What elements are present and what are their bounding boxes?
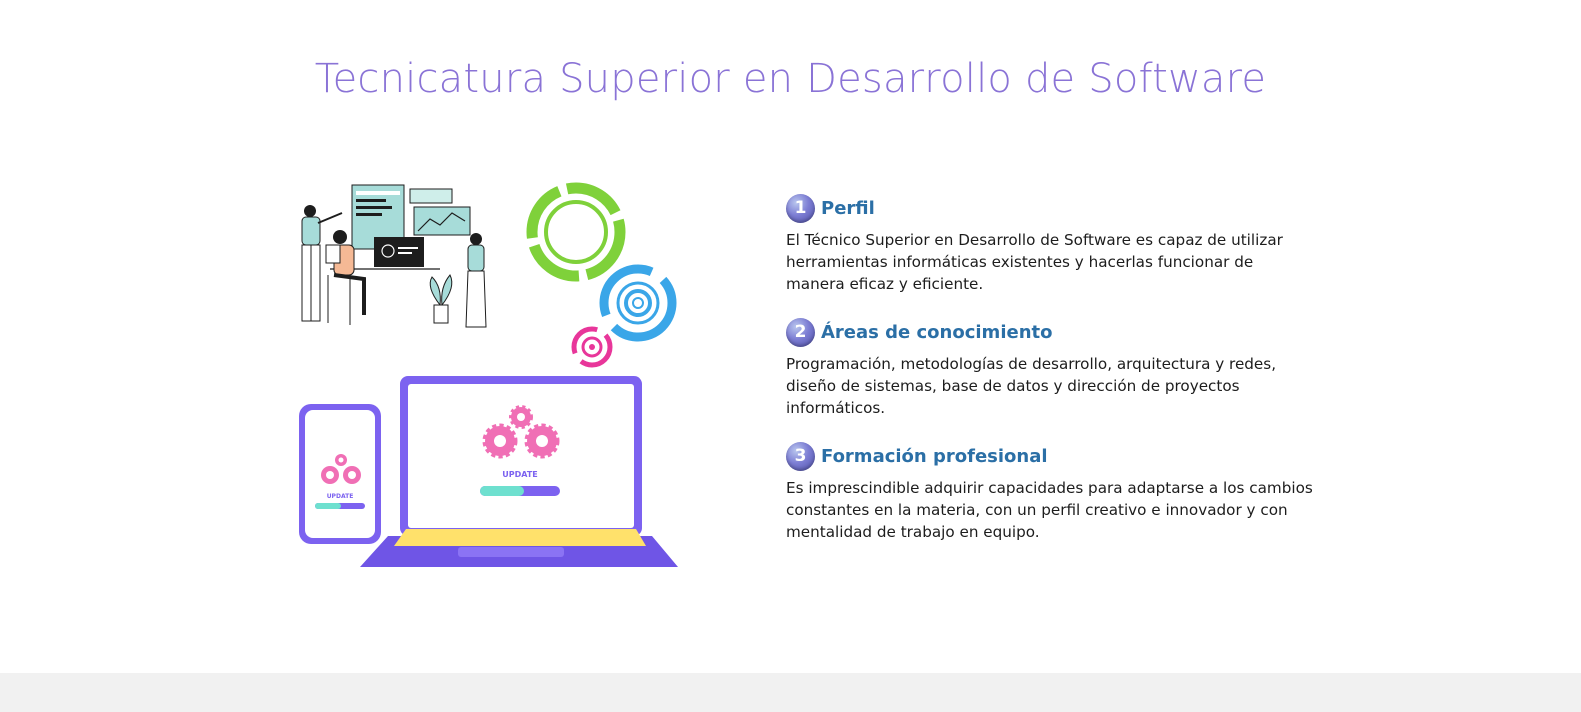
info-item-areas: 2 Áreas de conocimiento Programación, me…: [786, 317, 1326, 419]
info-heading: 1 Perfil: [786, 193, 1326, 223]
phone-device: [299, 404, 381, 544]
section-title: Áreas de conocimiento: [821, 321, 1053, 343]
phone-update-label: UPDATE: [327, 493, 354, 500]
software-development-illustration: UPDATE UPDATE: [290, 175, 690, 580]
pink-ring-graphic: [571, 326, 613, 368]
number-badge: 3: [786, 441, 815, 471]
section-title: Perfil: [821, 197, 875, 219]
info-list: 1 Perfil El Técnico Superior en Desarrol…: [786, 193, 1326, 565]
number-badge: 2: [786, 317, 815, 347]
section-text: Programación, metodologías de desarrollo…: [786, 355, 1277, 417]
info-item-formacion: 3 Formación profesional Es imprescindibl…: [786, 441, 1326, 543]
laptop-update-label: UPDATE: [502, 470, 538, 479]
info-item-perfil: 1 Perfil El Técnico Superior en Desarrol…: [786, 193, 1326, 295]
info-heading: 3 Formación profesional: [786, 441, 1326, 471]
section-title: Formación profesional: [821, 445, 1048, 467]
team-at-dashboard-image: [301, 184, 487, 328]
section-text: Es imprescindible adquirir capacidades p…: [786, 479, 1313, 541]
page-title: Tecnicatura Superior en Desarrollo de So…: [314, 56, 1267, 102]
green-ring-graphic: [526, 182, 626, 282]
footer-band: [0, 673, 1581, 712]
section-text: El Técnico Superior en Desarrollo de Sof…: [786, 231, 1283, 293]
number-badge: 1: [786, 193, 815, 223]
info-heading: 2 Áreas de conocimiento: [786, 317, 1326, 347]
blue-ring-graphic: [599, 264, 677, 342]
